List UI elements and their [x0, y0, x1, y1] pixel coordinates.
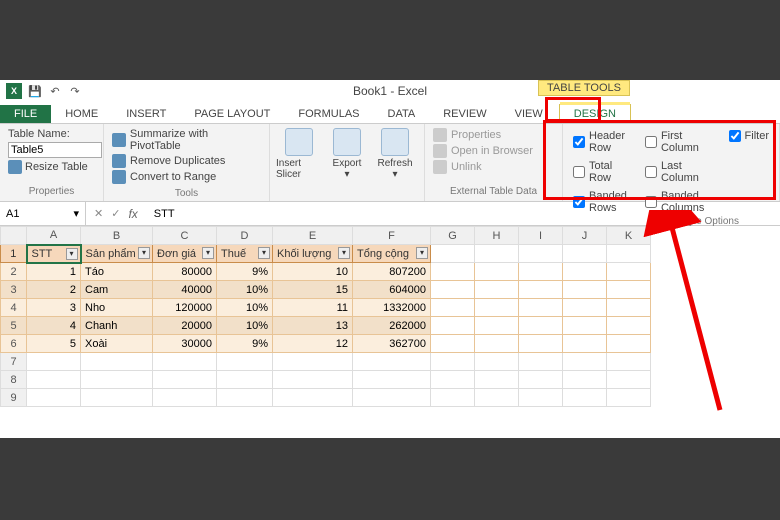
- chevron-down-icon: ▾: [73, 207, 79, 220]
- pivot-icon: [112, 133, 126, 147]
- browser-icon: [433, 144, 447, 158]
- ribbon: Table Name: Resize Table Properties Summ…: [0, 124, 780, 202]
- contextual-tab-label: TABLE TOOLS: [538, 80, 630, 96]
- tab-review[interactable]: REVIEW: [429, 105, 500, 123]
- ribbon-tabs: FILE HOME INSERT PAGE LAYOUT FORMULAS DA…: [0, 102, 780, 124]
- tab-view[interactable]: VIEW: [501, 105, 557, 123]
- resize-table-button[interactable]: Resize Table: [8, 160, 95, 174]
- excel-window: X 💾 ↶ ↷ Book1 - Excel TABLE TOOLS FILE H…: [0, 80, 780, 438]
- convert-icon: [112, 170, 126, 184]
- undo-icon[interactable]: ↶: [48, 84, 62, 98]
- group-slicer-export: Insert Slicer Export▾ Refresh▾: [270, 124, 425, 201]
- banded-columns-checkbox[interactable]: Banded Columns: [645, 190, 719, 214]
- slicer-icon: [285, 128, 313, 156]
- chevron-down-icon: ▾: [344, 169, 349, 180]
- title-bar: X 💾 ↶ ↷ Book1 - Excel TABLE TOOLS: [0, 80, 780, 102]
- tab-file[interactable]: FILE: [0, 105, 51, 123]
- quick-access-toolbar: 💾 ↶ ↷: [28, 84, 82, 98]
- first-column-checkbox[interactable]: First Column: [645, 130, 719, 154]
- excel-icon: X: [6, 83, 22, 99]
- summarize-pivot-button[interactable]: Summarize with PivotTable: [112, 128, 261, 152]
- group-table-style-options: Header Row Total Row Banded Rows First C…: [563, 124, 780, 201]
- empty-row: 9: [1, 389, 651, 407]
- filter-dropdown-icon[interactable]: ▾: [258, 247, 270, 259]
- window-title: Book1 - Excel: [353, 84, 427, 98]
- tab-home[interactable]: HOME: [51, 105, 112, 123]
- chevron-down-icon: ▾: [392, 169, 397, 180]
- unlink-button: Unlink: [433, 160, 554, 174]
- export-button[interactable]: Export▾: [324, 128, 370, 197]
- table-row: 65Xoài300009%12362700: [1, 335, 651, 353]
- insert-slicer-button[interactable]: Insert Slicer: [276, 128, 322, 197]
- table-name-label: Table Name:: [8, 128, 95, 140]
- tab-design[interactable]: DESIGN: [559, 104, 631, 123]
- save-icon[interactable]: 💾: [28, 84, 42, 98]
- enter-icon[interactable]: ✓: [111, 207, 120, 221]
- filter-dropdown-icon[interactable]: ▾: [138, 247, 150, 259]
- table-row: 21Táo800009%10807200: [1, 263, 651, 281]
- unlink-icon: [433, 160, 447, 174]
- remove-dup-icon: [112, 154, 126, 168]
- filter-button-checkbox[interactable]: Filter: [729, 130, 769, 142]
- tab-page-layout[interactable]: PAGE LAYOUT: [180, 105, 284, 123]
- name-box[interactable]: A1▾: [0, 202, 86, 225]
- refresh-icon: [381, 128, 409, 156]
- redo-icon[interactable]: ↷: [68, 84, 82, 98]
- tab-data[interactable]: DATA: [374, 105, 430, 123]
- group-external-data: Properties Open in Browser Unlink Extern…: [425, 124, 563, 201]
- ext-properties-button: Properties: [433, 128, 554, 142]
- export-icon: [333, 128, 361, 156]
- tab-insert[interactable]: INSERT: [112, 105, 180, 123]
- filter-dropdown-icon[interactable]: ▾: [66, 248, 78, 260]
- spreadsheet-grid[interactable]: ABCDEFGHIJK 1 STT▾ Sản phẩm▾ Đơn giá▾ Th…: [0, 226, 780, 407]
- column-headers[interactable]: ABCDEFGHIJK: [1, 227, 651, 245]
- table-name-input[interactable]: [8, 142, 102, 158]
- refresh-button[interactable]: Refresh▾: [372, 128, 418, 197]
- group-properties: Table Name: Resize Table Properties: [0, 124, 104, 201]
- table-row: 43Nho12000010%111332000: [1, 299, 651, 317]
- remove-duplicates-button[interactable]: Remove Duplicates: [112, 154, 261, 168]
- empty-row: 7: [1, 353, 651, 371]
- banded-rows-checkbox[interactable]: Banded Rows: [573, 190, 635, 214]
- fx-icon[interactable]: fx: [128, 207, 137, 221]
- properties-icon: [433, 128, 447, 142]
- table-row: 32Cam4000010%15604000: [1, 281, 651, 299]
- table-row: 54Chanh2000010%13262000: [1, 317, 651, 335]
- total-row-checkbox[interactable]: Total Row: [573, 160, 635, 184]
- filter-dropdown-icon[interactable]: ▾: [202, 247, 214, 259]
- empty-row: 8: [1, 371, 651, 389]
- cancel-icon[interactable]: ✕: [94, 207, 103, 221]
- filter-dropdown-icon[interactable]: ▾: [416, 247, 428, 259]
- open-in-browser-button: Open in Browser: [433, 144, 554, 158]
- tab-formulas[interactable]: FORMULAS: [284, 105, 373, 123]
- convert-range-button[interactable]: Convert to Range: [112, 170, 261, 184]
- filter-dropdown-icon[interactable]: ▾: [338, 247, 350, 259]
- resize-icon: [8, 160, 22, 174]
- group-tools: Summarize with PivotTable Remove Duplica…: [104, 124, 270, 201]
- table-header-row[interactable]: 1 STT▾ Sản phẩm▾ Đơn giá▾ Thuế▾ Khối lượ…: [1, 245, 651, 263]
- last-column-checkbox[interactable]: Last Column: [645, 160, 719, 184]
- header-row-checkbox[interactable]: Header Row: [573, 130, 635, 154]
